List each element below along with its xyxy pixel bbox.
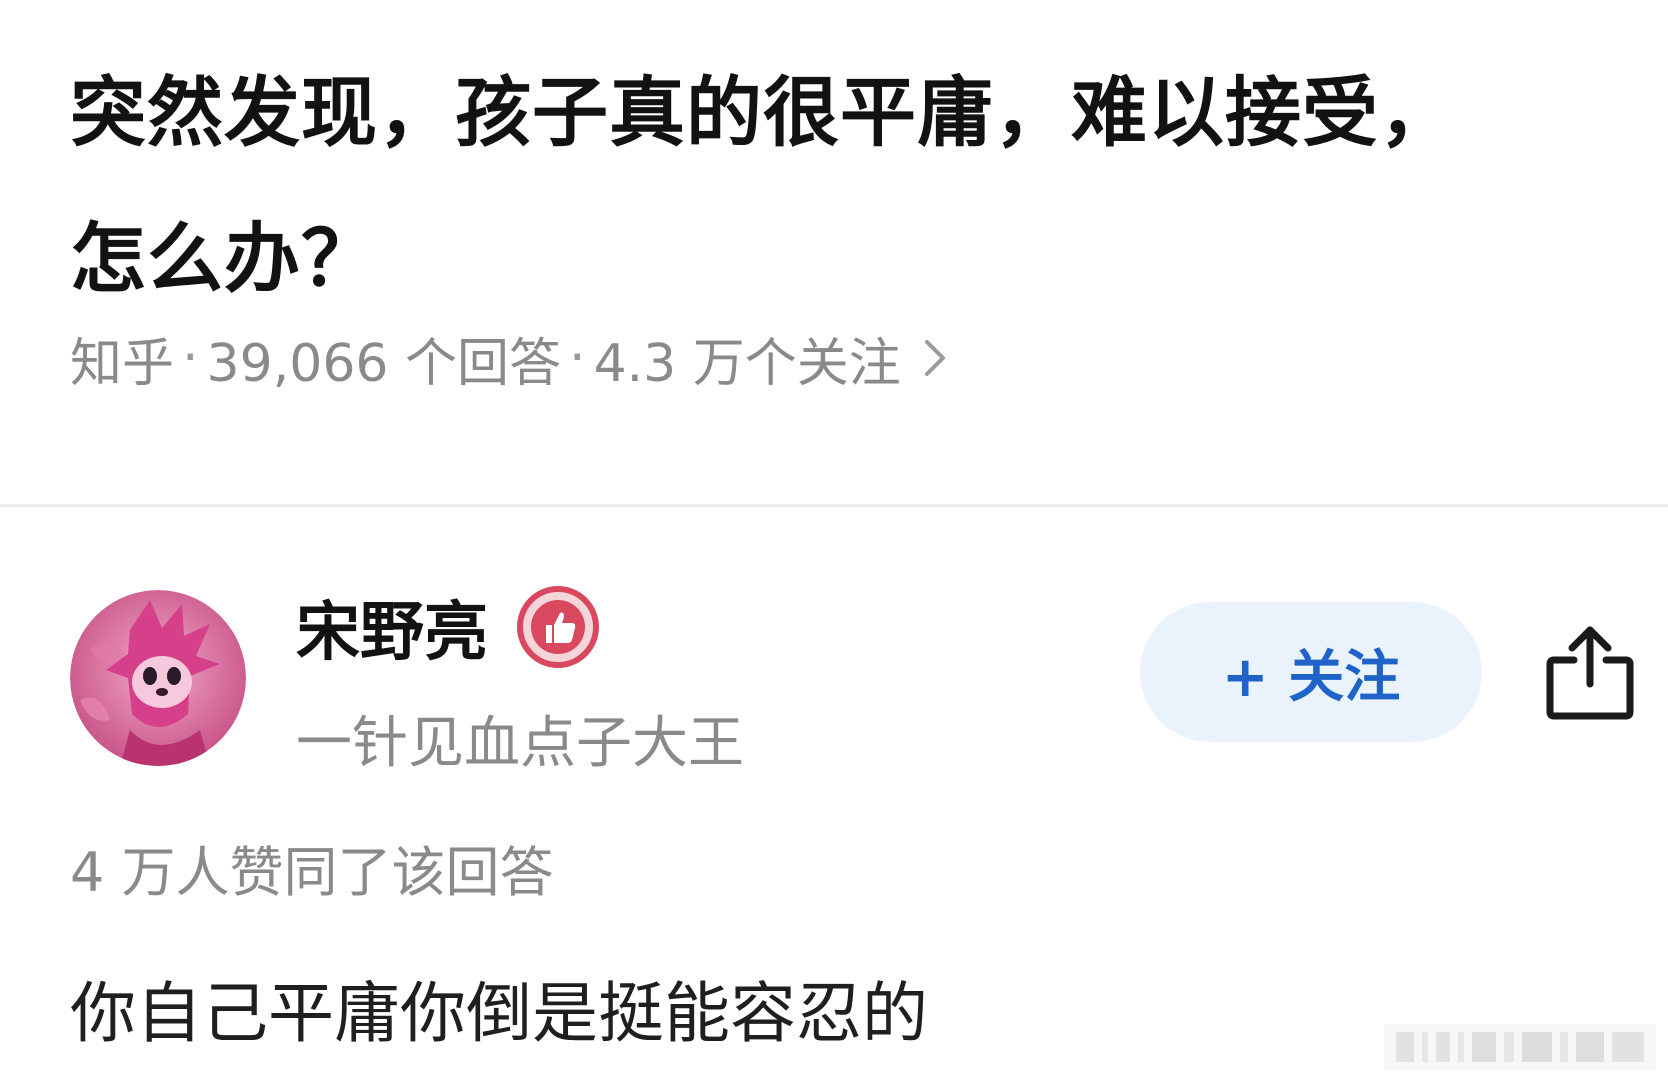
author-name[interactable]: 宋野亮 [296, 581, 488, 673]
meta-separator: · [182, 328, 199, 388]
follow-button[interactable]: + 关注 [1140, 602, 1482, 742]
author-header: 宋野亮 [296, 582, 600, 672]
author-bio: 一针见血点子大王 [296, 711, 744, 776]
meta-answer-count: 39,066 个回答 [206, 333, 562, 394]
section-divider [0, 504, 1668, 507]
answer-content[interactable]: 你自己平庸你倒是挺能容忍的 [70, 960, 928, 1056]
author-avatar[interactable] [70, 590, 246, 766]
meta-follower-count: 4.3 万个关注 [593, 333, 901, 394]
watermark [1384, 1024, 1656, 1070]
meta-source: 知乎 [70, 333, 175, 394]
thumbs-up-badge-icon [516, 585, 600, 669]
question-meta[interactable]: 知乎 · 39,066 个回答 · 4.3 万个关注 [70, 318, 947, 398]
meta-separator: · [569, 328, 586, 388]
answer-likes: 4 万人赞同了该回答 [70, 841, 554, 904]
share-icon[interactable] [1544, 622, 1636, 722]
question-title: 突然发现，孩子真的很平庸，难以接受，怎么办？ [70, 68, 1456, 303]
chevron-right-icon[interactable] [923, 338, 947, 378]
